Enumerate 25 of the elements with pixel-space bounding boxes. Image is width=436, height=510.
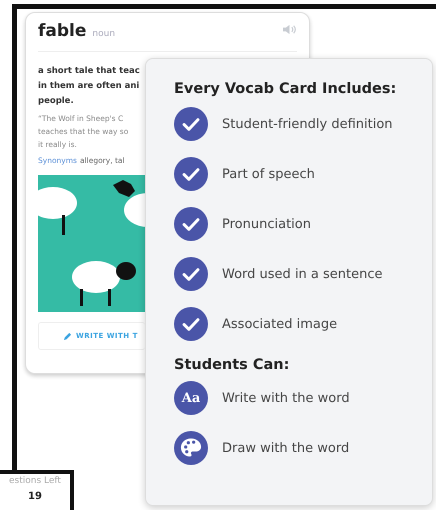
panel-heading: Every Vocab Card Includes: <box>174 81 398 97</box>
panel-subheading: Students Can: <box>174 357 290 373</box>
check-icon <box>174 207 208 241</box>
word-title: fable <box>38 21 86 41</box>
pencil-icon <box>63 332 72 340</box>
check-icon <box>174 257 208 291</box>
definition-line: a short tale that teac <box>38 65 140 78</box>
check-icon <box>174 307 208 341</box>
speaker-icon[interactable] <box>282 23 297 36</box>
student-action-text: Draw with the word <box>222 440 350 456</box>
counter-value: 19 <box>28 491 42 502</box>
definition-line: people. <box>38 95 74 108</box>
check-icon <box>174 107 208 141</box>
check-icon <box>174 157 208 191</box>
feature-text: Word used in a sentence <box>222 266 383 282</box>
letters-icon: Aa <box>174 381 208 415</box>
feature-text: Part of speech <box>222 166 315 182</box>
feature-text: Associated image <box>222 316 338 332</box>
feature-text: Student-friendly definition <box>222 116 393 132</box>
part-of-speech: noun <box>92 29 116 39</box>
definition-line: in them are often ani <box>38 80 140 93</box>
feature-text: Pronunciation <box>222 216 311 232</box>
student-action-text: Write with the word <box>222 390 350 406</box>
palette-icon <box>174 431 208 465</box>
counter-label: estions Left <box>9 476 61 486</box>
